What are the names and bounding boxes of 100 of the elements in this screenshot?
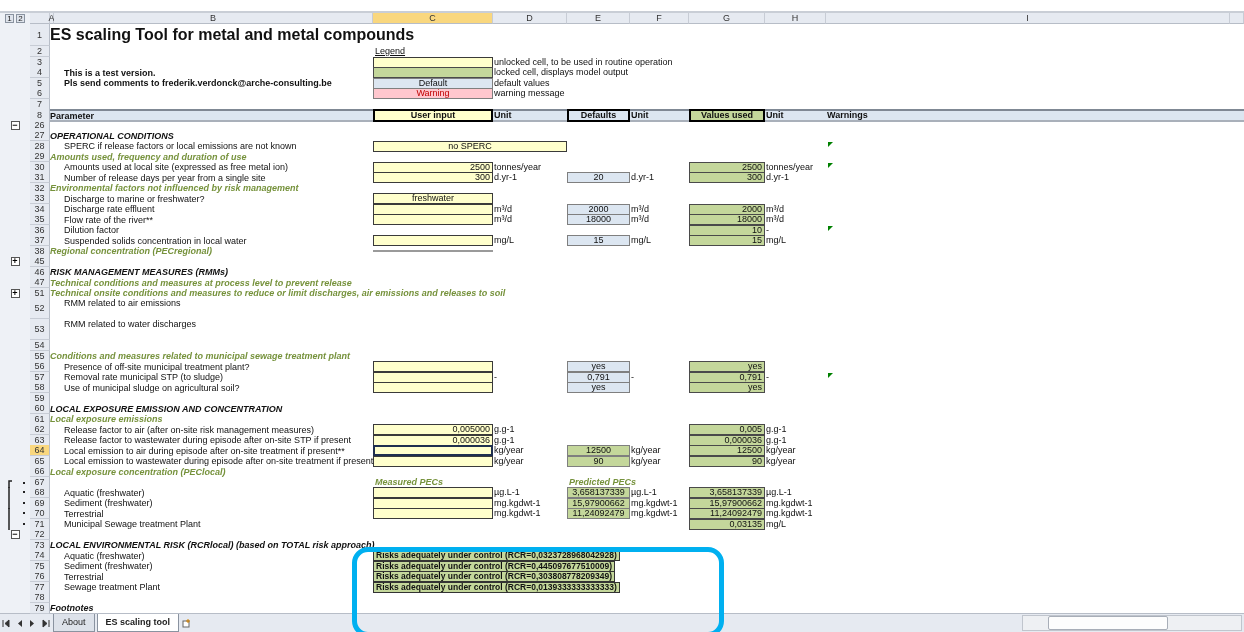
row-header[interactable]: 68 (30, 487, 50, 498)
unit-text: tonnes/year (493, 162, 542, 172)
input-cell[interactable]: 300 (373, 172, 493, 183)
output-cell: yes (689, 361, 765, 372)
output-cell: 0,791 (689, 371, 765, 383)
input-cell[interactable] (373, 371, 493, 383)
parameter-label: Sediment (freshwater) (63, 561, 153, 571)
row-header[interactable]: 45 (30, 256, 50, 267)
column-header[interactable]: B (54, 13, 373, 24)
scroll-left-icon[interactable] (15, 618, 24, 628)
unit-text: m³/d (630, 204, 649, 214)
row-header[interactable]: 5 (30, 77, 50, 89)
collapse-group-button[interactable]: − (10, 120, 20, 130)
unit-text: g.g-1 (765, 425, 787, 434)
input-cell[interactable] (373, 203, 493, 215)
row-header[interactable]: 27 (30, 130, 50, 141)
input-cell[interactable] (373, 361, 493, 372)
input-cell[interactable]: 2500 (373, 161, 493, 173)
sheet-tab[interactable]: About (53, 614, 95, 632)
outline-level-button[interactable]: 2 (16, 14, 25, 23)
unit-text: d.yr-1 (630, 173, 654, 182)
row-header[interactable]: 72 (30, 529, 50, 540)
row-header[interactable]: 76 (30, 571, 50, 582)
default-cell: 15 (567, 235, 630, 246)
output-cell: 12500 (567, 445, 630, 456)
row-header[interactable]: 53 (30, 319, 50, 340)
note-text: Pls send comments to frederik.verdonck@arche-consulting.be (63, 78, 332, 88)
column-header[interactable]: H (765, 13, 826, 24)
column-header[interactable]: D (493, 13, 567, 24)
row-header[interactable]: 4 (30, 67, 50, 78)
scroll-right-icon[interactable] (41, 618, 50, 628)
horizontal-scrollbar[interactable] (1022, 615, 1242, 631)
scroll-right-icon[interactable] (28, 618, 37, 628)
unit-text: g.g-1 (493, 425, 515, 434)
parameter-label: Terrestrial (63, 508, 104, 519)
column-header[interactable]: F (630, 13, 689, 24)
row-header[interactable]: 79 (30, 602, 50, 614)
input-cell[interactable] (373, 445, 493, 456)
column-heading: Unit (493, 111, 512, 120)
parameter-label: Release factor to wastewater during episode after on-site STP if present (63, 435, 351, 445)
unit-text: - (630, 372, 634, 382)
parameter-label: Flow rate of the river** (63, 214, 154, 225)
row-header[interactable]: 64 (30, 445, 50, 456)
collapse-group-button[interactable]: − (10, 530, 20, 539)
section-heading: LOCAL EXPOSURE EMISSION AND CONCENTRATION (50, 403, 283, 414)
row-header[interactable]: 7 (30, 98, 50, 110)
default-cell: 0,791 (567, 371, 630, 383)
row-header[interactable]: 74 (30, 550, 50, 561)
input-cell[interactable] (373, 497, 493, 509)
row-header[interactable]: 37 (30, 235, 50, 246)
row-header[interactable]: 1 (30, 24, 50, 46)
input-cell[interactable] (373, 487, 493, 498)
new-sheet-icon[interactable] (182, 618, 192, 628)
input-cell[interactable]: 0,005000 (373, 424, 493, 435)
expand-group-button[interactable]: + (10, 257, 20, 266)
input-cell[interactable] (373, 235, 493, 246)
column-header[interactable]: G (689, 13, 765, 24)
row-header[interactable]: 62 (30, 424, 50, 435)
unit-text: mg.kgdwt-1 (765, 498, 813, 508)
row-header[interactable]: 70 (30, 508, 50, 519)
unit-text: warning message (493, 89, 565, 98)
column-header[interactable]: E (567, 13, 630, 24)
sheet-tab[interactable]: ES scaling tool (96, 614, 180, 632)
row-header[interactable]: 78 (30, 592, 50, 603)
input-cell[interactable] (373, 382, 493, 393)
unit-text: kg/year (765, 456, 796, 466)
row-header[interactable]: 3 (30, 56, 50, 68)
row-header[interactable]: 52 (30, 298, 50, 319)
column-heading: Defaults (567, 109, 630, 122)
input-cell[interactable] (373, 214, 493, 225)
parameter-label: Sediment (freshwater) (63, 498, 153, 508)
expand-group-button[interactable]: + (10, 288, 20, 298)
section-heading: Conditions and measures related to municipal sewage treatment plant (50, 351, 351, 361)
column-header[interactable]: I (826, 13, 1230, 24)
outline-level-button[interactable]: 1 (5, 14, 14, 23)
parameter-label: RMM related to water discharges (63, 319, 197, 329)
input-cell[interactable] (373, 455, 493, 467)
row-header[interactable]: 58 (30, 382, 50, 393)
unit-text: kg/year (493, 456, 524, 466)
risk-result-cell: Risks adequately under control (RCR=0,0139333333333333) (373, 581, 620, 593)
scroll-left-icon[interactable] (2, 618, 11, 628)
unit-text: locked cell, displays model output (493, 68, 629, 77)
unit-text: m³/d (493, 204, 512, 214)
row-header[interactable]: 35 (30, 214, 50, 225)
section-heading: Regional concentration (PECregional) (50, 246, 213, 256)
row-header[interactable]: 6 (30, 88, 50, 99)
row-header[interactable]: 29 (30, 151, 50, 162)
row-header[interactable]: 31 (30, 172, 50, 183)
input-cell[interactable]: freshwater (373, 193, 493, 204)
row-header[interactable]: 2 (30, 46, 50, 57)
section-heading: Local exposure emissions (50, 414, 163, 424)
section-heading: OPERATIONAL CONDITIONS (50, 130, 174, 141)
column-header[interactable]: C (373, 13, 493, 24)
row-header[interactable]: 47 (30, 277, 50, 288)
row-header[interactable]: 33 (30, 193, 50, 204)
input-cell[interactable]: no SPERC (373, 140, 567, 152)
input-cell[interactable] (373, 56, 493, 68)
input-cell[interactable] (373, 508, 493, 519)
row-header[interactable]: 54 (30, 340, 50, 351)
row-header[interactable]: 56 (30, 361, 50, 372)
